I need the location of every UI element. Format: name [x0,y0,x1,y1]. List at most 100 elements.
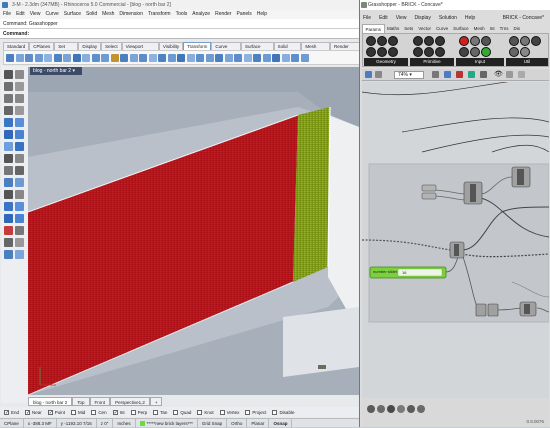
remap-icon[interactable] [224,53,233,62]
cage-edit-icon[interactable] [186,53,195,62]
gh-tab-trns[interactable]: Trns [497,24,511,33]
gh-util-icon[interactable] [520,36,530,46]
tab-curve-tools[interactable]: Curve Tools [211,42,241,57]
arc-icon[interactable] [15,94,24,103]
snap-tan[interactable]: Tan [153,409,167,415]
array-tool-icon[interactable] [15,166,24,175]
gh-status-icon[interactable] [387,405,395,413]
menu-dimension[interactable]: Dimension [119,10,143,19]
command-prompt[interactable]: Command: [0,29,362,39]
viewport-tab-top[interactable]: Top [72,397,90,406]
gh-tab-vector[interactable]: Vector [416,24,434,33]
gh-input-icon[interactable] [470,36,480,46]
project-icon[interactable] [205,53,214,62]
menu-mesh[interactable]: Mesh [102,10,114,19]
gumball-icon[interactable] [15,250,24,259]
taper-icon[interactable] [139,53,147,62]
rotate-view-icon[interactable] [291,53,299,62]
gh-util-icon[interactable] [531,36,541,46]
menu-help[interactable]: Help [257,10,267,19]
gh-param-icon[interactable] [377,47,387,57]
gh-group-util[interactable]: Util [506,58,548,66]
gh-param-icon[interactable] [388,47,398,57]
splop-icon[interactable] [177,53,185,62]
gh-tab-curve[interactable]: Curve [434,24,451,33]
tab-render-tools[interactable]: Render Tools [329,42,363,57]
tab-display[interactable]: Display [78,42,102,50]
gh-status-icon[interactable] [407,405,415,413]
gh-primitive-icon[interactable] [424,47,434,57]
tab-transform[interactable]: Transform [183,42,212,50]
surface-icon[interactable] [4,118,13,127]
menu-transform[interactable]: Transform [148,10,171,19]
transform-icon[interactable] [4,166,13,175]
squish-icon[interactable] [262,53,271,62]
mesh-icon[interactable] [4,142,13,151]
gh-component-node[interactable] [487,303,499,317]
snap-near[interactable]: Near [25,409,42,415]
orient-on-srf-icon[interactable] [281,53,290,62]
render-icon[interactable] [15,214,24,223]
gh-primitive-icon[interactable] [413,36,423,46]
gh-param-icon[interactable] [366,47,376,57]
gh-primitive-icon[interactable] [435,36,445,46]
analyze-icon[interactable] [4,214,13,223]
tab-viewport-layout[interactable]: Viewport Layout [121,42,159,57]
menu-render[interactable]: Render [215,10,231,19]
rotate-icon[interactable] [25,53,33,62]
tab-visibility[interactable]: Visibility [158,42,184,50]
menu-curve[interactable]: Curve [45,10,58,19]
gh-param-node[interactable] [421,192,437,200]
gh-menu-edit[interactable]: Edit [379,14,388,23]
layer-icon[interactable] [4,226,13,235]
gh-input-icon[interactable] [481,47,491,57]
curve-icon[interactable] [15,82,24,91]
gh-document-name[interactable]: BRICK - Concave* [503,14,544,23]
menu-edit[interactable]: Edit [16,10,25,19]
gh-tab-int[interactable]: Int [487,24,497,33]
trim-icon[interactable] [15,178,24,187]
boolean-icon[interactable] [272,53,280,62]
tab-standard[interactable]: Standard [3,42,30,50]
gh-util-icon[interactable] [520,47,530,57]
status-units[interactable]: Inches [113,418,136,428]
select-arrow-icon[interactable] [4,70,13,79]
dimension-icon[interactable] [15,154,24,163]
gh-tab-dis[interactable]: Dis [511,24,523,33]
menu-analyze[interactable]: Analyze [192,10,210,19]
viewport-tab-perspective[interactable]: Perspective1,2 [110,397,150,406]
snap-quad[interactable]: Quad [173,409,191,415]
snap-vertex[interactable]: Vertex [219,409,239,415]
status-ortho[interactable]: Ortho [227,418,248,428]
osnap-icon[interactable] [4,250,13,259]
zoom-extents-icon[interactable] [432,71,439,78]
gh-menu-display[interactable]: Display [414,14,430,23]
gh-tab-params[interactable]: Params [362,23,385,34]
gh-input-icon[interactable] [459,36,469,46]
gh-input-icon[interactable] [481,36,491,46]
gh-menu-file[interactable]: File [363,14,371,23]
viewport-tab-blog[interactable]: blog - north bar 2 [28,397,73,406]
gh-primitive-icon[interactable] [435,47,445,57]
options-icon[interactable] [300,53,309,62]
save-icon[interactable] [365,71,372,78]
chevron-down-icon[interactable]: ▾ [72,68,75,74]
rotate-3d-icon[interactable] [34,53,43,62]
snap-disable[interactable]: Disable [272,409,294,415]
extrude-icon[interactable] [15,118,24,127]
point-icon[interactable] [15,70,24,79]
gh-param-icon[interactable] [366,36,376,46]
orient-icon[interactable] [101,53,109,62]
display-options-icon[interactable] [518,71,525,78]
group-icon[interactable] [15,202,24,211]
gh-status-icon[interactable] [417,405,425,413]
open-icon[interactable] [375,71,382,78]
gh-menu-help[interactable]: Help [465,14,475,23]
stretch-icon[interactable] [243,53,252,62]
properties-icon[interactable] [15,238,24,247]
tab-set-view[interactable]: Set View [54,42,79,57]
shear-icon[interactable] [158,53,166,62]
preview-off-icon[interactable] [456,71,463,78]
snap-end[interactable]: End [4,409,19,415]
gh-component-node[interactable] [475,303,487,317]
